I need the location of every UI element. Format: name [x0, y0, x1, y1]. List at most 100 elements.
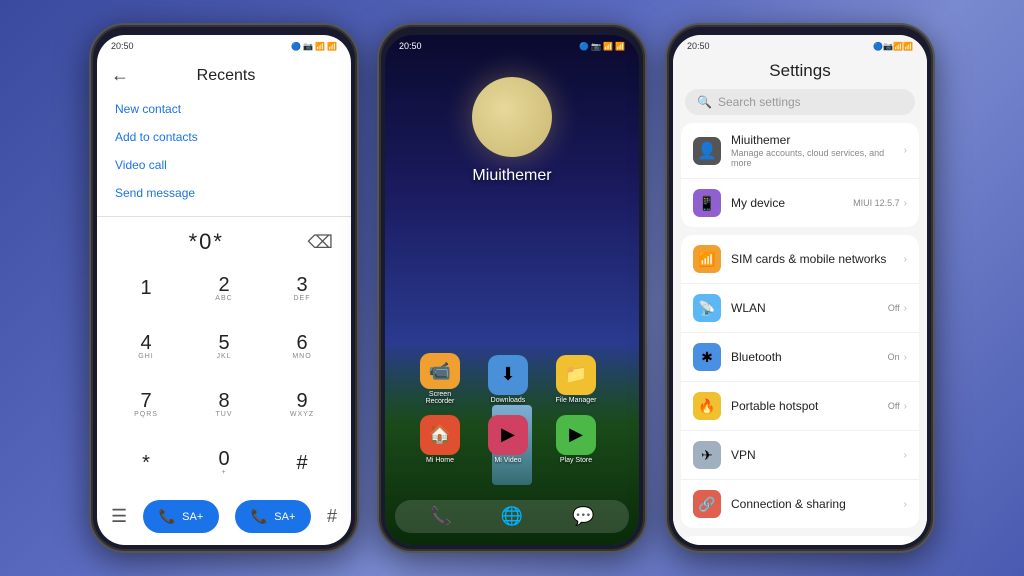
keypad-icon[interactable]: # [327, 506, 337, 527]
vpn-chevron: › [904, 450, 907, 461]
moon-decoration [472, 77, 552, 157]
my-device-label: My device [731, 196, 843, 210]
send-message-action[interactable]: Send message [115, 180, 333, 206]
dialer-backspace[interactable]: ⌫ [308, 232, 333, 253]
back-button[interactable]: ← [111, 65, 129, 86]
sim-icon: 📶 [693, 245, 721, 273]
app-mi-video[interactable]: ▶ Mi Video [482, 413, 534, 465]
mi-video-label: Mi Video [494, 457, 521, 464]
key-2[interactable]: 2ABC [185, 259, 263, 317]
app-grid: 📹 Screen Recorder ⬇ Downloads 📁 File Man… [414, 353, 610, 465]
dock-messages-icon[interactable]: 💬 [572, 506, 594, 527]
file-manager-label: File Manager [556, 397, 597, 404]
bluetooth-chevron: › [904, 352, 907, 363]
key-9[interactable]: 9WXYZ [263, 376, 341, 434]
add-to-contacts-action[interactable]: Add to contacts [115, 124, 333, 150]
key-0[interactable]: 0+ [185, 434, 263, 492]
sim-content: SIM cards & mobile networks [731, 252, 894, 266]
mi-home-label: Mi Home [426, 457, 454, 464]
key-4[interactable]: 4GHI [107, 317, 185, 375]
settings-wlan-item[interactable]: 📡 WLAN Off › [681, 284, 919, 333]
settings-search-bar[interactable]: 🔍 Search settings [685, 89, 915, 115]
my-device-right: MIUI 12.5.7 › [853, 198, 907, 209]
play-store-label: Play Store [560, 457, 592, 464]
dialer-bottom: ☰ 📞 SA+ 📞 SA+ # [97, 492, 351, 545]
key-star[interactable]: * [107, 434, 185, 492]
mi-video-icon: ▶ [488, 415, 528, 455]
mi-home-icon: 🏠 [420, 415, 460, 455]
connection-sharing-content: Connection & sharing [731, 497, 894, 511]
status-bar-1: 20:50 🔵📷📶📶 [97, 35, 351, 57]
bluetooth-status: On [888, 352, 900, 362]
phone-settings: 20:50 🔵📷📶📶 Settings 🔍 Search settings 👤 … [665, 23, 935, 553]
settings-account-section: 👤 Miuithemer Manage accounts, cloud serv… [681, 123, 919, 227]
home-username: Miuithemer [472, 167, 551, 185]
key-3[interactable]: 3DEF [263, 259, 341, 317]
menu-icon[interactable]: ☰ [111, 506, 127, 527]
app-mi-home[interactable]: 🏠 Mi Home [414, 413, 466, 465]
call-button-1[interactable]: 📞 SA+ [143, 500, 220, 533]
settings-my-device-item[interactable]: 📱 My device MIUI 12.5.7 › [681, 179, 919, 227]
call-label-1: SA+ [182, 511, 203, 523]
settings-hotspot-item[interactable]: 🔥 Portable hotspot Off › [681, 382, 919, 431]
vpn-title: VPN [731, 448, 894, 462]
wlan-status: Off [888, 303, 900, 313]
my-device-badge: MIUI 12.5.7 [853, 198, 900, 208]
phone-home: 20:50 🔵📷📶📶 Miuithemer 📹 Screen Recorder [377, 23, 647, 553]
connection-sharing-chevron: › [904, 499, 907, 510]
app-file-manager[interactable]: 📁 File Manager [550, 353, 602, 405]
key-6[interactable]: 6MNO [263, 317, 341, 375]
new-contact-action[interactable]: New contact [115, 96, 333, 122]
dock-browser-icon[interactable]: 🌐 [501, 506, 523, 527]
dock-phone-icon[interactable]: 📞 [429, 506, 451, 527]
status-bar-3: 20:50 🔵📷📶📶 [673, 35, 927, 57]
settings-wallpaper-item[interactable]: 🖼 Wallpaper & personalization › [681, 536, 919, 545]
status-time-3: 20:50 [687, 41, 710, 51]
settings-connection-sharing-item[interactable]: 🔗 Connection & sharing › [681, 480, 919, 528]
call-button-2[interactable]: 📞 SA+ [235, 500, 312, 533]
hotspot-content: Portable hotspot [731, 399, 878, 413]
account-subtitle: Manage accounts, cloud services, and mor… [731, 148, 894, 168]
vpn-icon: ✈ [693, 441, 721, 469]
settings-bluetooth-item[interactable]: ✱ Bluetooth On › [681, 333, 919, 382]
status-bar-2: 20:50 🔵📷📶📶 [385, 35, 639, 57]
call-label-2: SA+ [274, 511, 295, 523]
key-1[interactable]: 1 [107, 259, 185, 317]
key-5[interactable]: 5JKL [185, 317, 263, 375]
hotspot-icon: 🔥 [693, 392, 721, 420]
phone-icon-2: 📞 [251, 508, 268, 525]
bluetooth-icon: ✱ [693, 343, 721, 371]
connection-sharing-right: › [904, 499, 907, 510]
dialer-divider [97, 216, 351, 217]
downloads-label: Downloads [491, 397, 526, 404]
key-8[interactable]: 8TUV [185, 376, 263, 434]
app-downloads[interactable]: ⬇ Downloads [482, 353, 534, 405]
bluetooth-content: Bluetooth [731, 350, 878, 364]
search-icon: 🔍 [697, 95, 712, 109]
video-call-action[interactable]: Video call [115, 152, 333, 178]
status-time-2: 20:50 [399, 41, 422, 51]
screen-recorder-label: Screen Recorder [414, 391, 466, 405]
key-7[interactable]: 7PQRS [107, 376, 185, 434]
phone-dialer: 20:50 🔵📷📶📶 ← Recents New contact Add to … [89, 23, 359, 553]
settings-personalization-section: 🖼 Wallpaper & personalization › 🔒 Always… [681, 536, 919, 545]
wlan-title: WLAN [731, 301, 878, 315]
dialer-display: *0* [115, 229, 298, 255]
play-store-icon: ▶ [556, 415, 596, 455]
dialer-title: Recents [139, 67, 313, 85]
settings-vpn-item[interactable]: ✈ VPN › [681, 431, 919, 480]
hotspot-right: Off › [888, 401, 907, 412]
app-play-store[interactable]: ▶ Play Store [550, 413, 602, 465]
settings-title: Settings [673, 57, 927, 89]
my-device-icon: 📱 [693, 189, 721, 217]
sim-title: SIM cards & mobile networks [731, 252, 894, 266]
account-right: › [904, 145, 907, 156]
hotspot-status: Off [888, 401, 900, 411]
dialer-actions: New contact Add to contacts Video call S… [97, 90, 351, 212]
phone-icon-1: 📞 [159, 508, 176, 525]
key-hash[interactable]: # [263, 434, 341, 492]
app-screen-recorder[interactable]: 📹 Screen Recorder [414, 353, 466, 405]
settings-account-item[interactable]: 👤 Miuithemer Manage accounts, cloud serv… [681, 123, 919, 179]
sim-chevron: › [904, 254, 907, 265]
settings-sim-item[interactable]: 📶 SIM cards & mobile networks › [681, 235, 919, 284]
